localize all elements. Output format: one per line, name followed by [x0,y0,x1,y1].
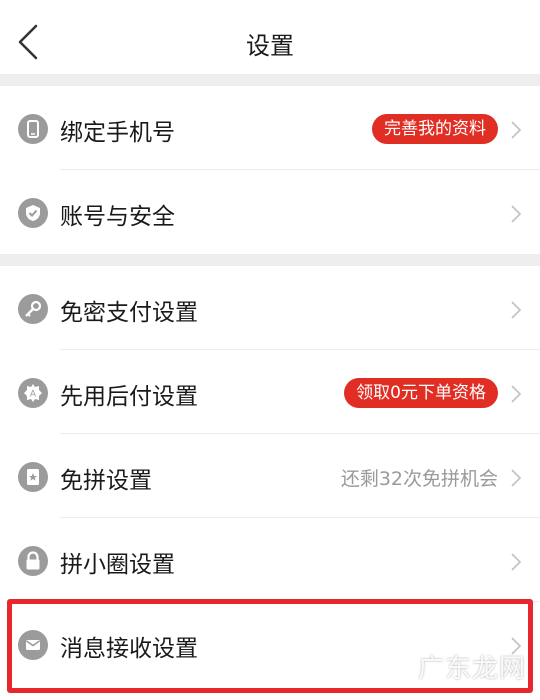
promo-badge[interactable]: 领取0元下单资格 [344,378,498,408]
chevron-right-icon [511,385,522,403]
free-group-hint: 还剩32次免拼机会 [340,468,498,490]
shield-check-icon [18,198,48,228]
settings-item-bind-phone[interactable]: 绑定手机号 完善我的资料 [0,86,540,170]
section-divider [0,74,540,86]
settings-item-free-group[interactable]: 免拼设置 还剩32次免拼机会 [0,434,540,518]
key-icon [18,294,48,324]
chevron-right-icon [511,553,522,571]
envelope-icon [18,630,48,660]
watermark: 广东龙网 [417,654,526,684]
chevron-right-icon [511,121,522,139]
phone-icon [18,114,48,144]
chevron-right-icon [511,301,522,319]
chevron-right-icon [511,469,522,487]
settings-item-label: 拼小圈设置 [60,552,175,578]
settings-item-label: 免拼设置 [60,468,152,494]
settings-item-pay-later[interactable]: A 先用后付设置 领取0元下单资格 [0,350,540,434]
page-title: 设置 [246,32,294,60]
settings-item-password-free-pay[interactable]: 免密支付设置 [0,266,540,350]
svg-text:A: A [30,390,37,400]
settings-item-account-security[interactable]: 账号与安全 [0,170,540,254]
settings-item-label: 账号与安全 [60,204,175,230]
lock-icon [18,546,48,576]
settings-item-circle[interactable]: 拼小圈设置 [0,518,540,602]
profile-badge[interactable]: 完善我的资料 [372,114,498,144]
chevron-right-icon [511,205,522,223]
header-bar: 设置 [0,0,540,74]
settings-item-label: 消息接收设置 [60,636,198,662]
settings-item-label: 免密支付设置 [60,300,198,326]
section-divider [0,254,540,266]
settings-item-label: 先用后付设置 [60,384,198,410]
pay-later-icon: A [18,378,48,408]
card-star-icon [18,462,48,492]
settings-item-label: 绑定手机号 [60,120,175,146]
